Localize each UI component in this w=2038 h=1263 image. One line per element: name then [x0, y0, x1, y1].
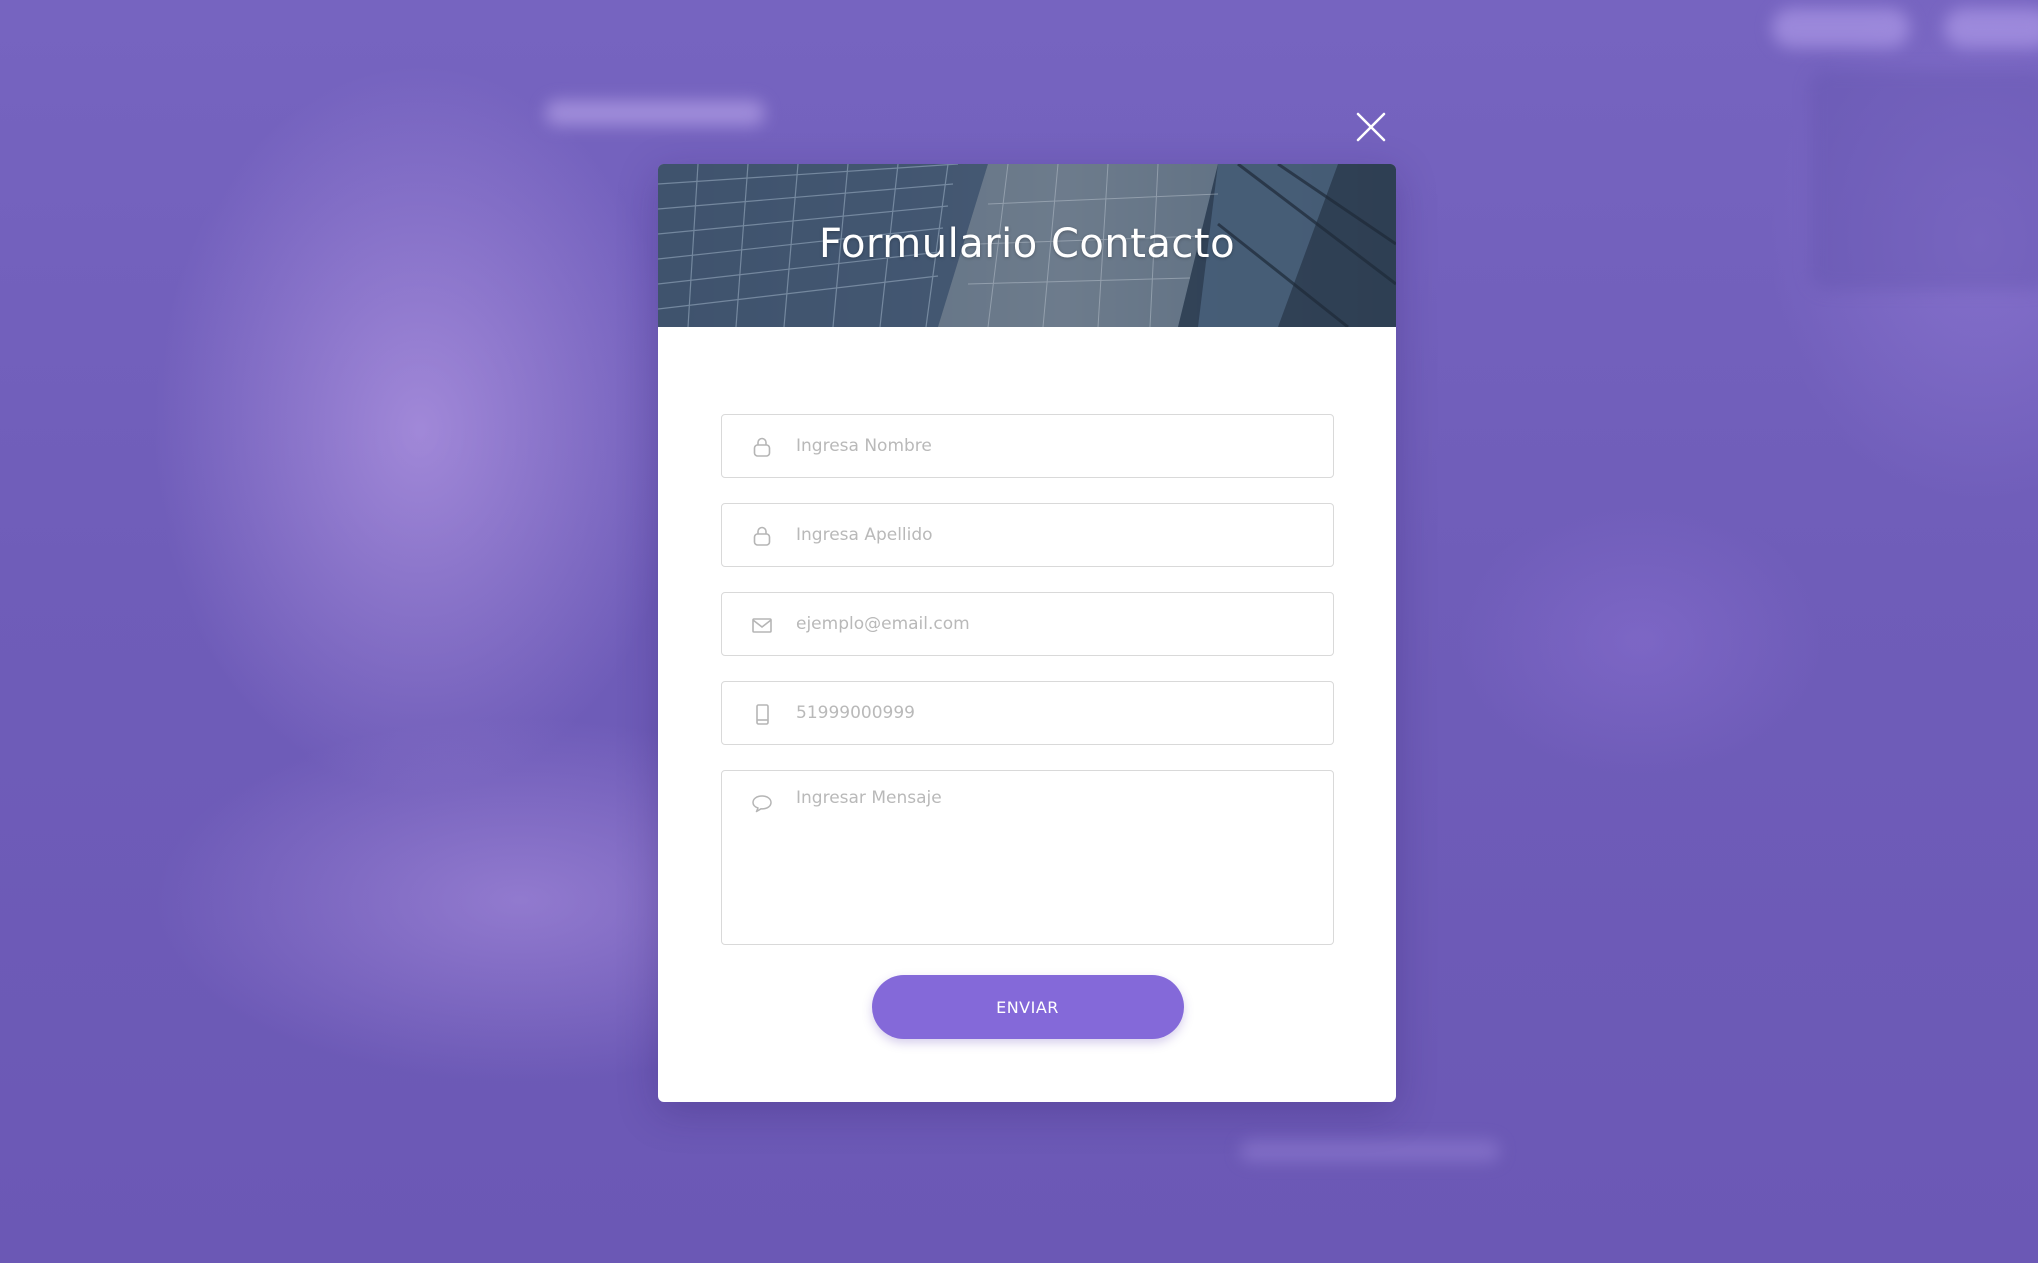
background-blurred-button [1944, 8, 2038, 48]
email-input[interactable] [796, 593, 1316, 655]
mobile-phone-icon [750, 702, 774, 726]
message-textarea[interactable] [796, 787, 1316, 927]
contact-form-modal: Formulario Contacto Ingresa Nombre Ingre… [658, 164, 1396, 1102]
background-blurred-shape [545, 100, 765, 126]
modal-title: Formulario Contacto [818, 220, 1236, 267]
background-blurred-shape [1240, 1140, 1500, 1162]
submit-row: ENVIAR [721, 975, 1334, 1039]
contact-form: ENVIAR [721, 414, 1334, 1039]
background-blurred-button [1772, 8, 1910, 48]
close-icon [1356, 112, 1386, 142]
submit-button[interactable]: ENVIAR [871, 975, 1184, 1039]
user-icon [750, 524, 774, 548]
envelope-icon [750, 613, 774, 637]
phone-input[interactable] [796, 682, 1316, 744]
last-name-input[interactable] [796, 504, 1316, 566]
message-field [721, 770, 1334, 945]
email-field [721, 592, 1334, 656]
phone-field [721, 681, 1334, 745]
background-blurred-shape [1810, 70, 2038, 290]
first-name-input[interactable] [796, 415, 1316, 477]
user-icon [750, 435, 774, 459]
modal-header-banner: Formulario Contacto [658, 164, 1396, 327]
speech-bubble-icon [750, 791, 774, 815]
close-button[interactable] [1354, 110, 1388, 144]
last-name-field [721, 503, 1334, 567]
first-name-field [721, 414, 1334, 478]
